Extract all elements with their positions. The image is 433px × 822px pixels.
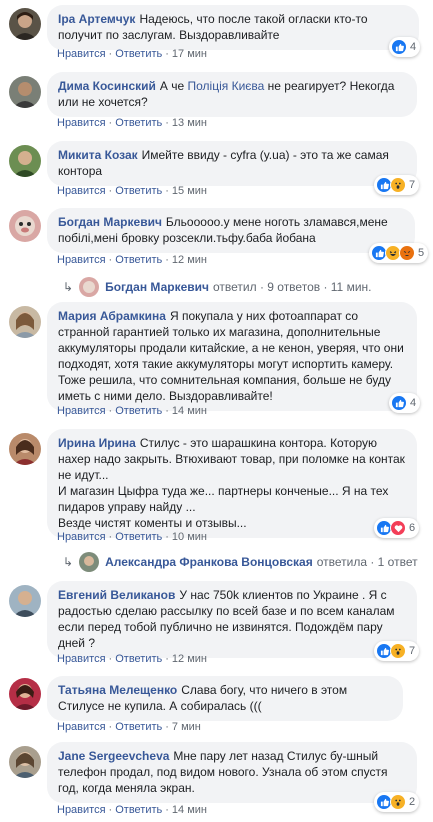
comment-author[interactable]: Дима Косинский	[58, 79, 156, 93]
reaction-count: 6	[409, 522, 416, 534]
reactions-badge[interactable]: 5	[369, 243, 429, 263]
comment-bubble: Ирина Ирина Стилус - это шарашкина контор…	[47, 429, 417, 538]
reply-arrow-icon: ↳	[63, 280, 74, 294]
comment-bubble: Микита Козак Имейте ввиду - cyfra (y.ua) …	[47, 141, 417, 186]
avatar[interactable]	[9, 8, 41, 40]
reaction-count: 4	[410, 41, 417, 53]
reactions-badge[interactable]: 4	[389, 393, 421, 413]
reactions-badge[interactable]: 2	[374, 792, 420, 812]
reply-link[interactable]: Ответить	[115, 721, 162, 733]
comment-author[interactable]: Богдан Маркевич	[58, 215, 162, 229]
comment-bubble: Евгений Великанов У нас 750k клиентов по …	[47, 581, 417, 658]
like-link[interactable]: Нравится	[57, 254, 106, 266]
like-reaction-icon	[391, 39, 407, 55]
reactions-badge[interactable]: 7	[374, 175, 420, 195]
like-reaction-icon	[391, 395, 407, 411]
reply-meta: ответил · 9 ответов · 11 мин.	[212, 280, 372, 294]
comment-time[interactable]: 14 мин	[172, 804, 207, 816]
comment-bubble: Богдан Маркевич Бльооооо.у мене ноготь зл…	[47, 208, 415, 253]
comment-actions: Нравится · Ответить · 14 мин	[57, 405, 207, 417]
comment-bubble: Мария Абрамкина Я покупала у них фотоаппа…	[47, 302, 417, 411]
wow-reaction-icon	[390, 177, 406, 193]
comment-time[interactable]: 12 мин	[172, 254, 207, 266]
reaction-count: 5	[418, 247, 425, 259]
avatar[interactable]	[9, 433, 41, 465]
avatar[interactable]	[9, 76, 41, 108]
reaction-count: 7	[409, 645, 416, 657]
avatar[interactable]	[9, 746, 41, 778]
avatar[interactable]	[9, 306, 41, 338]
avatar[interactable]	[9, 585, 41, 617]
like-link[interactable]: Нравится	[57, 653, 106, 665]
comment-bubble: Jane Sergeevcheva Мне пару лет назад Стил…	[47, 742, 417, 803]
avatar[interactable]	[9, 210, 41, 242]
reply-link[interactable]: Ответить	[115, 117, 162, 129]
reaction-count: 7	[409, 179, 416, 191]
reply-arrow-icon: ↳	[63, 555, 74, 569]
reply-link[interactable]: Ответить	[115, 531, 162, 543]
reply-link[interactable]: Ответить	[115, 804, 162, 816]
reaction-count: 4	[410, 397, 417, 409]
comment-actions: Нравится · Ответить · 15 мин	[57, 185, 207, 197]
like-link[interactable]: Нравится	[57, 48, 106, 60]
comment-actions: Нравится · Ответить · 7 мин	[57, 721, 201, 733]
comment-bubble: Дима Косинский А че Поліція Києва не реаг…	[47, 72, 417, 117]
reply-link[interactable]: Ответить	[115, 653, 162, 665]
comment-author[interactable]: Ирина Ирина	[58, 436, 136, 450]
comment-author[interactable]: Евгений Великанов	[58, 588, 175, 602]
comment-author[interactable]: Мария Абрамкина	[58, 309, 166, 323]
reply-link[interactable]: Ответить	[115, 405, 162, 417]
avatar[interactable]	[9, 145, 41, 177]
like-link[interactable]: Нравится	[57, 185, 106, 197]
reply-link[interactable]: Ответить	[115, 254, 162, 266]
comment-text: Стилус - это шарашкина контора. Которую …	[58, 436, 405, 530]
like-link[interactable]: Нравится	[57, 405, 106, 417]
comment-author[interactable]: Татьяна Мелещенко	[58, 683, 177, 697]
reply-avatar	[79, 277, 100, 297]
reactions-badge[interactable]: 6	[374, 518, 420, 538]
comment-actions: Нравится · Ответить · 14 мин	[57, 804, 207, 816]
comment-time[interactable]: 10 мин	[172, 531, 207, 543]
wow-reaction-icon	[390, 794, 406, 810]
comment-time[interactable]: 15 мин	[172, 185, 207, 197]
reactions-badge[interactable]: 4	[389, 37, 421, 57]
avatar[interactable]	[9, 678, 41, 710]
like-link[interactable]: Нравится	[57, 531, 106, 543]
reply-link[interactable]: Ответить	[115, 48, 162, 60]
comment-text-before: А че	[159, 79, 188, 93]
comment-actions: Нравится · Ответить · 17 мин	[57, 48, 207, 60]
angry-reaction-icon	[399, 245, 415, 261]
comment-actions: Нравится · Ответить · 10 мин	[57, 531, 207, 543]
comment-bubble: Іра Артемчук Надеюсь, что после такой огл…	[47, 5, 419, 50]
reply-avatar	[79, 552, 100, 572]
comment-actions: Нравится · Ответить · 12 мин	[57, 653, 207, 665]
reply-author[interactable]: Богдан Маркевич	[105, 280, 209, 294]
view-replies-link[interactable]: ↳ Богдан Маркевич ответил · 9 ответов · …	[63, 277, 371, 297]
like-link[interactable]: Нравится	[57, 721, 106, 733]
reply-author[interactable]: Александра Франкова Вонцовская	[105, 555, 313, 569]
comment-author[interactable]: Іра Артемчук	[58, 12, 135, 26]
comment-actions: Нравится · Ответить · 13 мин	[57, 117, 207, 129]
comment-time[interactable]: 12 мин	[172, 653, 207, 665]
comment-time[interactable]: 7 мин	[172, 721, 201, 733]
reply-meta: ответила · 1 ответ	[316, 555, 418, 569]
comment-time[interactable]: 14 мин	[172, 405, 207, 417]
page-mention-link[interactable]: Поліція Києва	[188, 79, 265, 93]
comment-bubble: Татьяна Мелещенко Слава богу, что ничего …	[47, 676, 403, 721]
comment-actions: Нравится · Ответить · 12 мин	[57, 254, 207, 266]
reply-link[interactable]: Ответить	[115, 185, 162, 197]
comment-time[interactable]: 13 мин	[172, 117, 207, 129]
like-link[interactable]: Нравится	[57, 117, 106, 129]
love-reaction-icon	[390, 520, 406, 536]
reaction-count: 2	[409, 796, 416, 808]
comment-text: Я покупала у них фотоаппарат со странной…	[58, 309, 408, 403]
wow-reaction-icon	[390, 643, 406, 659]
comment-time[interactable]: 17 мин	[172, 48, 207, 60]
comment-author[interactable]: Микита Козак	[58, 148, 138, 162]
comment-author[interactable]: Jane Sergeevcheva	[58, 749, 169, 763]
like-link[interactable]: Нравится	[57, 804, 106, 816]
view-replies-link[interactable]: ↳ Александра Франкова Вонцовская ответил…	[63, 552, 418, 572]
reactions-badge[interactable]: 7	[374, 641, 420, 661]
